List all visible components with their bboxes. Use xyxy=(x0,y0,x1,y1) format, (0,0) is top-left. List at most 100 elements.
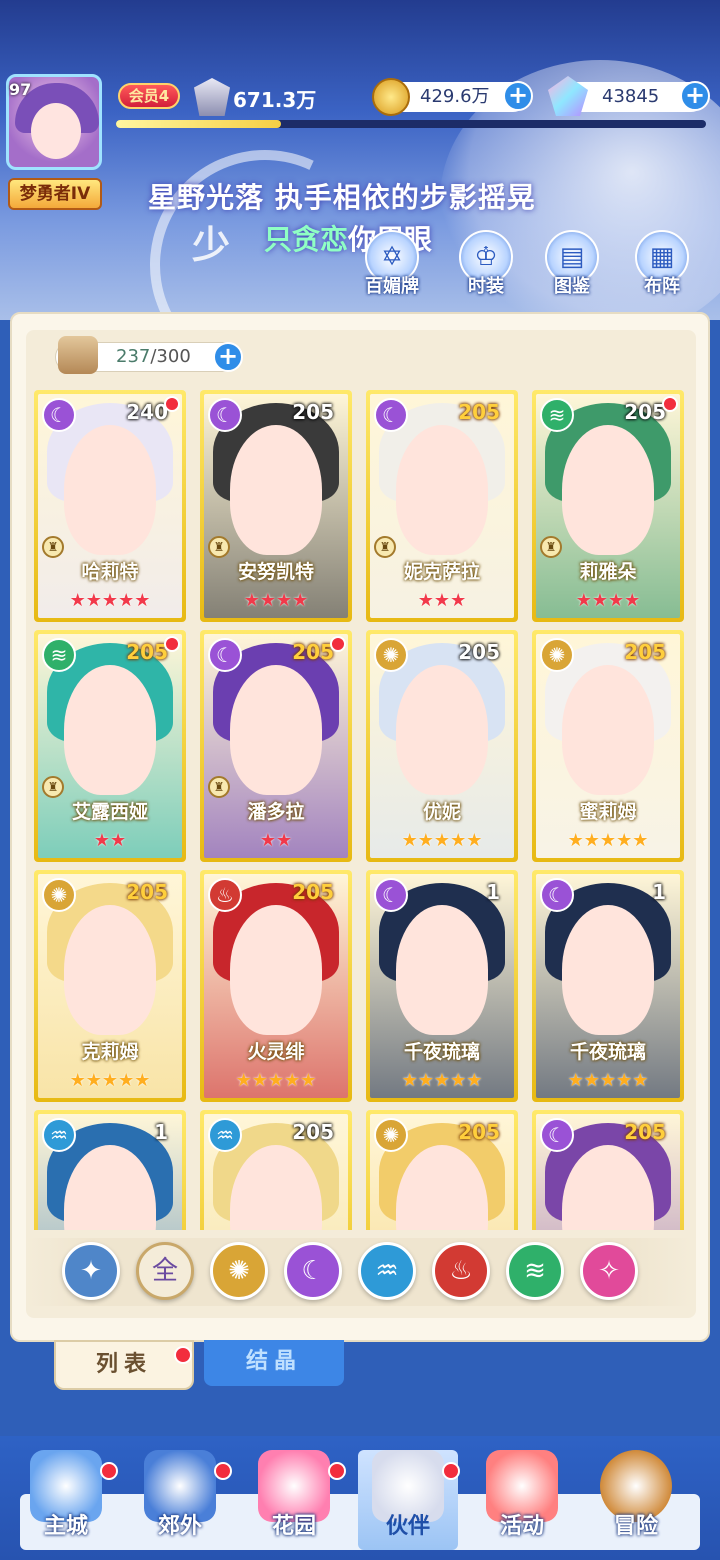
star-icon: ★ xyxy=(69,1070,86,1091)
partner-card[interactable]: ☾ 205 xyxy=(532,1110,684,1230)
star-rating: ★★★★ xyxy=(204,592,348,610)
menu-badge-button[interactable]: ✡ 百媚牌 xyxy=(360,230,424,297)
star-rating: ★★★★★ xyxy=(536,1072,680,1090)
filter-moon-button[interactable]: ☾ xyxy=(284,1242,342,1300)
menu-outfit-button[interactable]: ♔ 时装 xyxy=(454,230,518,297)
partner-card[interactable]: ✺ 205 克莉姆 ★★★★★ xyxy=(34,870,186,1102)
menu-book-button[interactable]: ▤ 图鉴 xyxy=(540,230,604,297)
partner-card[interactable]: ☾ 205 ♜ 妮克萨拉 ★★★ xyxy=(366,390,518,622)
star-icon: ★ xyxy=(632,1070,649,1091)
star-icon: ★ xyxy=(616,1070,633,1091)
partner-card[interactable]: ♨ 205 火灵绯 ★★★★★ xyxy=(200,870,352,1102)
star-icon: ★ xyxy=(401,1070,418,1091)
partner-card[interactable]: ♒ 1 xyxy=(34,1110,186,1230)
star-icon: ★ xyxy=(251,1070,268,1091)
filter-up-button[interactable]: ✦ xyxy=(62,1242,120,1300)
bag-icon xyxy=(58,336,98,374)
rook-badge-icon: ♜ xyxy=(42,776,64,798)
wind-element-icon: ≋ xyxy=(42,638,76,672)
filter-all-button[interactable]: 全 xyxy=(136,1242,194,1300)
filter-fire-button[interactable]: ♨ xyxy=(432,1242,490,1300)
power-value: 671.3万 xyxy=(233,88,317,112)
partner-level: 205 xyxy=(126,640,168,664)
moon-element-icon: ☾ xyxy=(208,398,242,432)
partner-name: 潘多拉 xyxy=(247,801,305,823)
vip-badge[interactable]: 会员4 xyxy=(118,83,180,109)
add-gold-button[interactable]: + xyxy=(503,81,533,111)
tab-crystal[interactable]: 结晶 xyxy=(204,1340,344,1386)
filter-water-button[interactable]: ♒ xyxy=(358,1242,416,1300)
star-icon: ★ xyxy=(284,1070,301,1091)
partner-level: 205 xyxy=(292,880,334,904)
notification-dot xyxy=(164,636,180,652)
partner-card[interactable]: ≋ 205 ♜ 莉雅朵 ★★★★ xyxy=(532,390,684,622)
star-icon: ★ xyxy=(616,830,633,851)
star-icon: ★ xyxy=(300,1070,317,1091)
star-icon: ★ xyxy=(466,830,483,851)
star-icon: ★ xyxy=(450,590,467,611)
moon-element-icon: ☾ xyxy=(374,878,408,912)
partner-name: 艾露西娅 xyxy=(71,801,148,823)
partner-name: 优妮 xyxy=(422,801,461,823)
star-icon: ★ xyxy=(101,590,119,611)
nav-main-city-button[interactable]: 主城 xyxy=(16,1450,118,1550)
expand-capacity-button[interactable]: + xyxy=(213,342,243,372)
star-icon: ★ xyxy=(259,590,276,611)
nav-events-button[interactable]: 活动 xyxy=(472,1450,572,1550)
partner-level: 205 xyxy=(458,640,500,664)
partner-name: 哈莉特 xyxy=(81,561,139,583)
partner-level: 240 xyxy=(126,400,168,424)
partner-card[interactable]: ☾ 240 ♜ 哈莉特 ★★★★★ xyxy=(34,390,186,622)
partner-card[interactable]: ✺ 205 优妮 ★★★★★ xyxy=(366,630,518,862)
star-icon: ★ xyxy=(567,830,584,851)
star-icon: ★ xyxy=(292,590,309,611)
partner-card[interactable]: ☾ 1 千夜琉璃 ★★★★★ xyxy=(366,870,518,1102)
notification-dot xyxy=(100,1462,118,1480)
star-icon: ★ xyxy=(567,1070,584,1091)
star-icon: ★ xyxy=(583,1070,600,1091)
rook-badge-icon: ♜ xyxy=(208,536,230,558)
star-rating: ★★★★ xyxy=(536,592,680,610)
sun-element-icon: ✺ xyxy=(42,878,76,912)
nav-partner-button[interactable]: 伙伴 xyxy=(358,1450,460,1550)
partner-card[interactable]: ☾ 1 千夜琉璃 ★★★★★ xyxy=(532,870,684,1102)
partner-level: 205 xyxy=(126,880,168,904)
nav-garden-button[interactable]: 花园 xyxy=(244,1450,346,1550)
partner-card[interactable]: ✺ 205 xyxy=(366,1110,518,1230)
wind-element-icon: ≋ xyxy=(540,398,574,432)
star-icon: ★ xyxy=(276,830,293,851)
rook-badge-icon: ♜ xyxy=(540,536,562,558)
star-icon: ★ xyxy=(101,1070,119,1091)
star-icon: ★ xyxy=(433,590,451,611)
partner-card[interactable]: ☾ 205 ♜ 安努凯特 ★★★★ xyxy=(200,390,352,622)
star-icon: ★ xyxy=(69,590,86,611)
tab-list[interactable]: 列表 xyxy=(54,1340,194,1390)
partner-card[interactable]: ☾ 205 ♜ 潘多拉 ★★ xyxy=(200,630,352,862)
star-icon: ★ xyxy=(259,830,276,851)
water-element-icon: ♒ xyxy=(42,1118,76,1152)
partner-card[interactable]: ≋ 205 ♜ 艾露西娅 ★★ xyxy=(34,630,186,862)
star-icon: ★ xyxy=(624,590,641,611)
filter-wind-button[interactable]: ≋ xyxy=(506,1242,564,1300)
add-gem-button[interactable]: + xyxy=(680,81,710,111)
exp-bar xyxy=(116,120,706,128)
star-rating: ★★★★★ xyxy=(38,1072,182,1090)
slogan-line1: 星野光落 执手相依的步影摇晃 xyxy=(148,181,536,214)
star-rating: ★★ xyxy=(38,832,182,850)
partner-card[interactable]: ✺ 205 蜜莉姆 ★★★★★ xyxy=(532,630,684,862)
notification-dot xyxy=(328,1462,346,1480)
filter-star-button[interactable]: ✧ xyxy=(580,1242,638,1300)
partner-level: 205 xyxy=(292,640,334,664)
player-level: 97 xyxy=(9,80,32,99)
player-title[interactable]: 梦勇者IV xyxy=(8,178,102,210)
partner-name: 千夜琉璃 xyxy=(403,1041,480,1063)
filter-sun-button[interactable]: ✺ xyxy=(210,1242,268,1300)
partner-card[interactable]: ♒ 205 xyxy=(200,1110,352,1230)
menu-formation-button[interactable]: ▦ 布阵 xyxy=(630,230,694,297)
water-element-icon: ♒ xyxy=(208,1118,242,1152)
nav-outskirts-button[interactable]: 郊外 xyxy=(130,1450,232,1550)
nav-adventure-button[interactable]: 冒险 xyxy=(586,1450,686,1550)
star-rating: ★★★★★ xyxy=(204,1072,348,1090)
partner-name: 克莉姆 xyxy=(81,1041,139,1063)
partner-level: 1 xyxy=(652,880,666,904)
